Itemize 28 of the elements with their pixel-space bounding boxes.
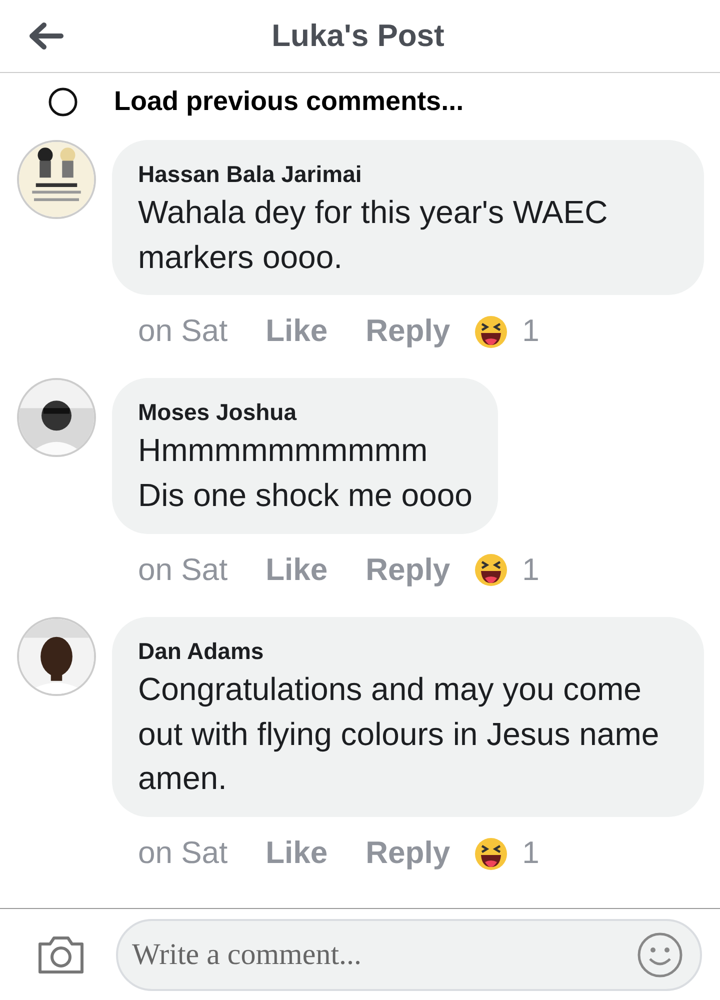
- author-name[interactable]: Dan Adams: [138, 636, 678, 667]
- comment-text: Hmmmmmmmmmm Dis one shock me oooo: [138, 431, 472, 516]
- comment-field[interactable]: Write a comment...: [116, 918, 702, 990]
- like-link[interactable]: Like: [266, 548, 328, 593]
- timestamp: on Sat: [138, 550, 228, 589]
- reply-link[interactable]: Reply: [366, 548, 450, 593]
- author-name[interactable]: Moses Joshua: [138, 398, 472, 428]
- camera-icon[interactable]: [36, 934, 86, 976]
- reaction-count: 1: [522, 312, 540, 350]
- page-title: Luka's Post: [270, 16, 446, 55]
- reaction-count: 1: [522, 834, 540, 872]
- like-link[interactable]: Like: [266, 309, 328, 354]
- comment-text: Wahala dey for this year's WAEC markers oooo.: [138, 192, 609, 277]
- laughing-emoji-icon: [474, 314, 508, 349]
- comment-text: Congratulations and may you come out with flying colours in Jesus name amen.: [138, 670, 660, 798]
- timestamp: on Sat: [138, 834, 228, 872]
- reply-link[interactable]: Reply: [366, 309, 450, 354]
- load-previous-link[interactable]: Load previous comments...: [114, 81, 464, 122]
- author-name[interactable]: Hassan Bala Jarimai: [138, 160, 678, 190]
- smiley-icon[interactable]: [636, 930, 684, 978]
- like-link[interactable]: Like: [266, 831, 328, 876]
- laughing-emoji-icon: [474, 836, 508, 871]
- reaction-count: 1: [522, 550, 540, 589]
- loading-icon: [48, 86, 78, 116]
- reply-link[interactable]: Reply: [366, 831, 450, 876]
- laughing-emoji-icon: [474, 553, 508, 588]
- back-button[interactable]: [28, 22, 64, 50]
- timestamp: on Sat: [138, 312, 228, 350]
